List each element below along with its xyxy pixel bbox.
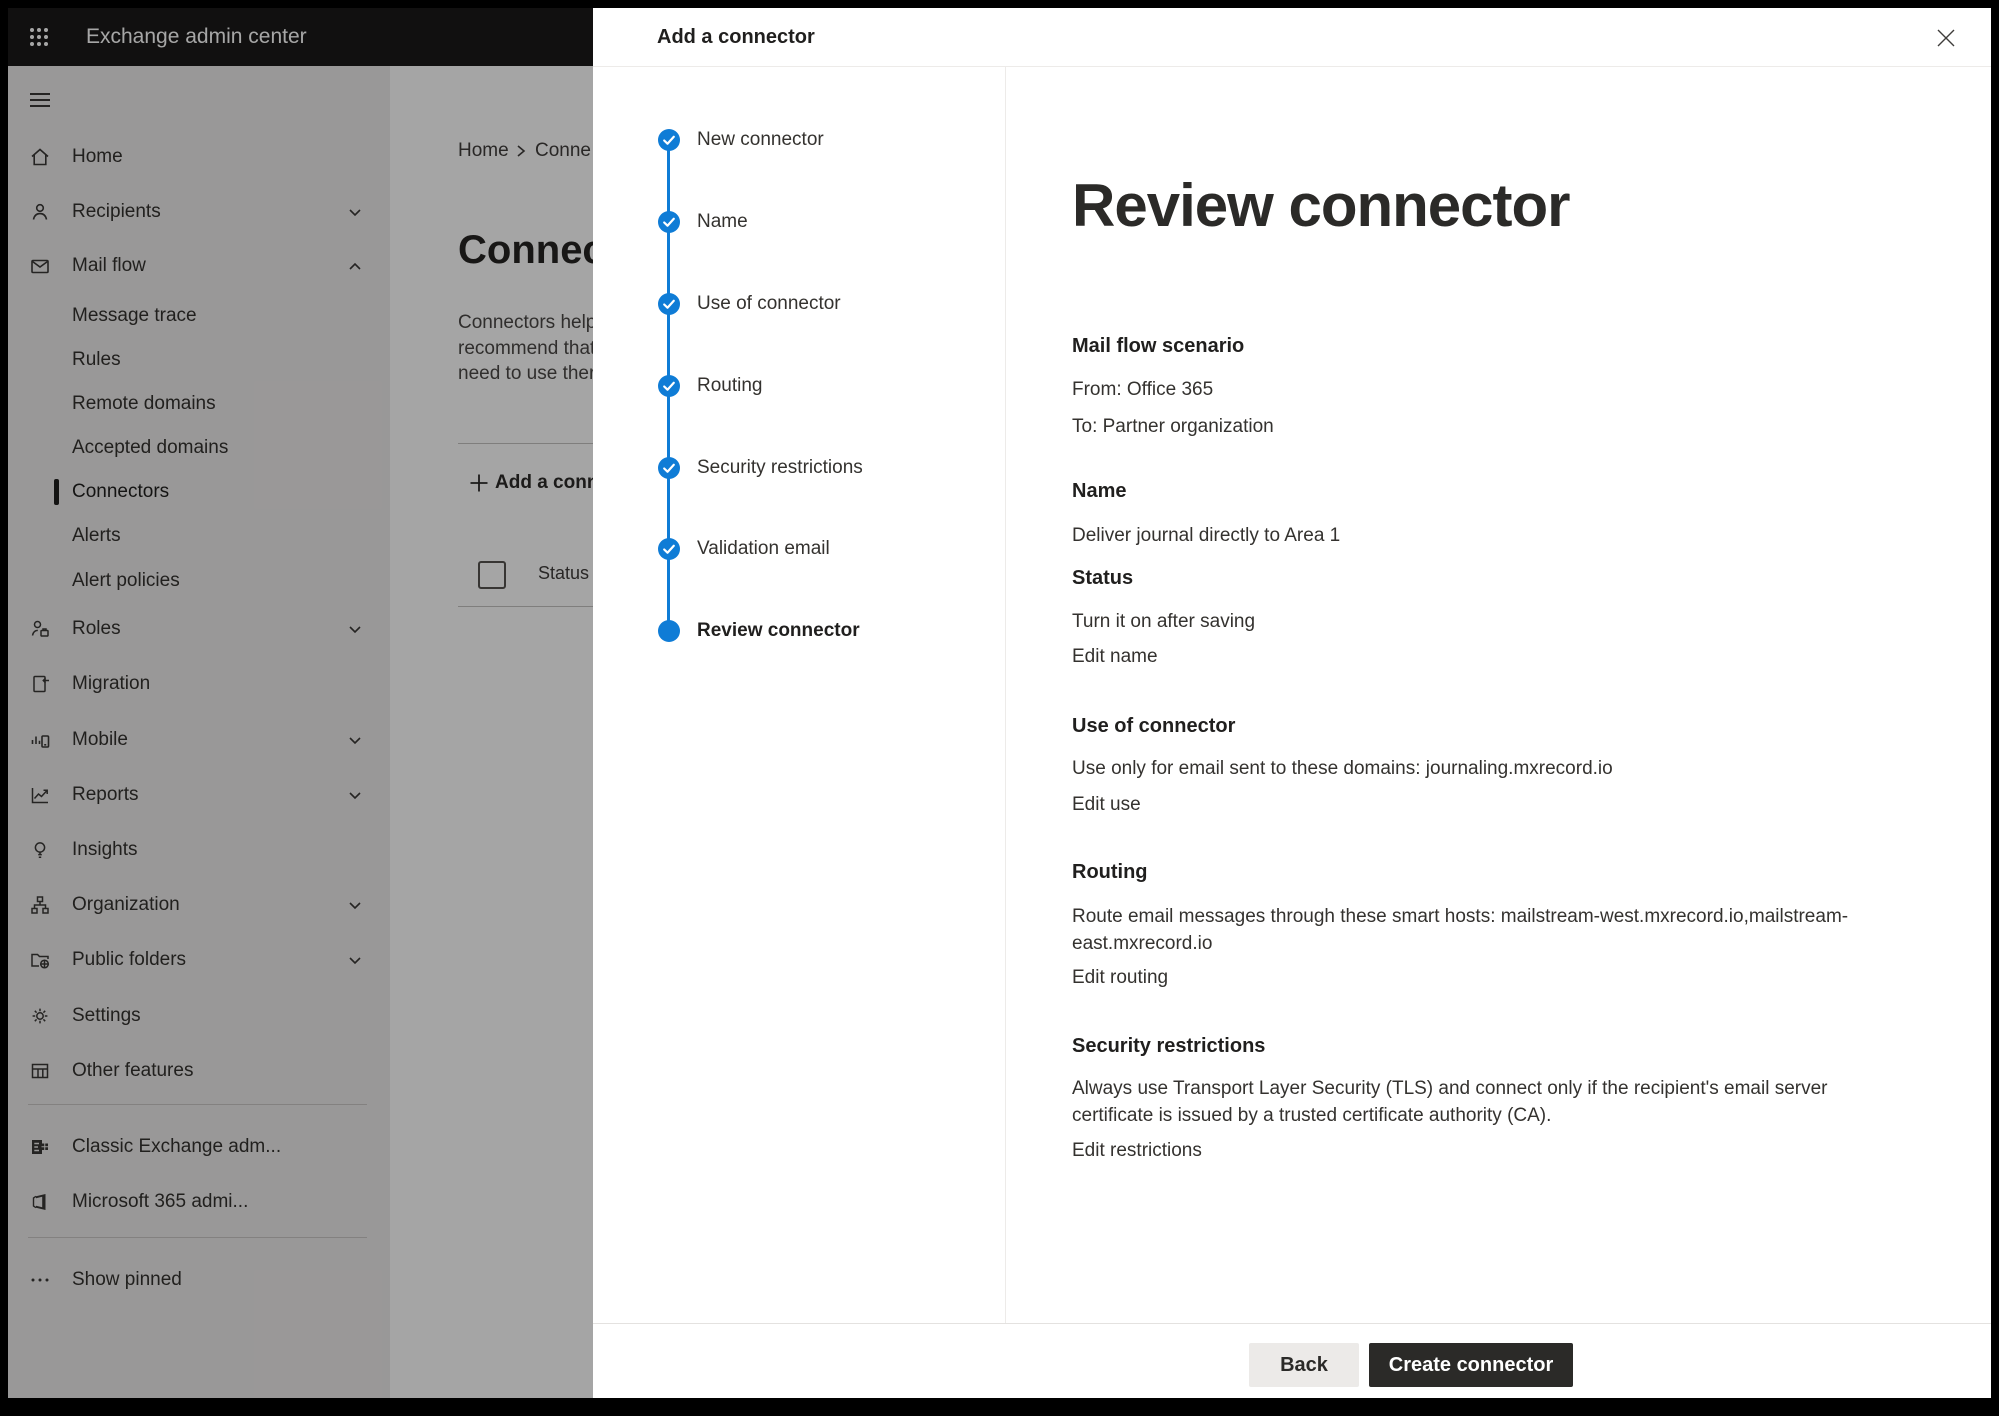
footer-divider xyxy=(593,1323,1991,1324)
panel-divider xyxy=(1005,67,1006,1323)
edit-routing-link[interactable]: Edit routing xyxy=(1072,964,1168,991)
name-value: Deliver journal directly to Area 1 xyxy=(1072,522,1932,549)
step-completed-icon xyxy=(658,293,680,315)
add-connector-dialog: Add a connector New connector Name Use o… xyxy=(593,8,1991,1398)
step-completed-icon xyxy=(658,538,680,560)
section-title-security-restrictions: Security restrictions xyxy=(1072,1033,1932,1060)
review-heading: Review connector xyxy=(1072,173,1932,239)
section-title-status: Status xyxy=(1072,565,1932,592)
step-completed-icon xyxy=(658,457,680,479)
dialog-title: Add a connector xyxy=(657,8,815,66)
edit-restrictions-link[interactable]: Edit restrictions xyxy=(1072,1137,1202,1164)
step-completed-icon xyxy=(658,375,680,397)
close-icon[interactable] xyxy=(1935,27,1957,49)
edit-name-link[interactable]: Edit name xyxy=(1072,643,1158,670)
edit-use-link[interactable]: Edit use xyxy=(1072,791,1141,818)
use-of-connector-value: Use only for email sent to these domains… xyxy=(1072,755,1932,782)
security-value-line2: certificate is issued by a trusted certi… xyxy=(1072,1102,1932,1129)
section-title-routing: Routing xyxy=(1072,859,1932,886)
mail-flow-to: To: Partner organization xyxy=(1072,413,1932,440)
status-value: Turn it on after saving xyxy=(1072,608,1932,635)
back-button[interactable]: Back xyxy=(1249,1343,1359,1387)
section-title-mail-flow-scenario: Mail flow scenario xyxy=(1072,333,1932,360)
app-window: Exchange admin center Home Recipients Ma… xyxy=(8,8,1991,1398)
mail-flow-from: From: Office 365 xyxy=(1072,376,1932,403)
routing-value-line2: east.mxrecord.io xyxy=(1072,930,1932,957)
routing-value-line1: Route email messages through these smart… xyxy=(1072,903,1932,930)
step-completed-icon xyxy=(658,129,680,151)
section-title-name: Name xyxy=(1072,478,1932,505)
review-panel: Review connector Mail flow scenario From… xyxy=(1072,8,1932,1164)
section-title-use-of-connector: Use of connector xyxy=(1072,713,1932,740)
create-connector-button[interactable]: Create connector xyxy=(1369,1343,1573,1387)
security-value-line1: Always use Transport Layer Security (TLS… xyxy=(1072,1075,1932,1102)
step-current-icon xyxy=(658,620,680,642)
step-completed-icon xyxy=(658,211,680,233)
